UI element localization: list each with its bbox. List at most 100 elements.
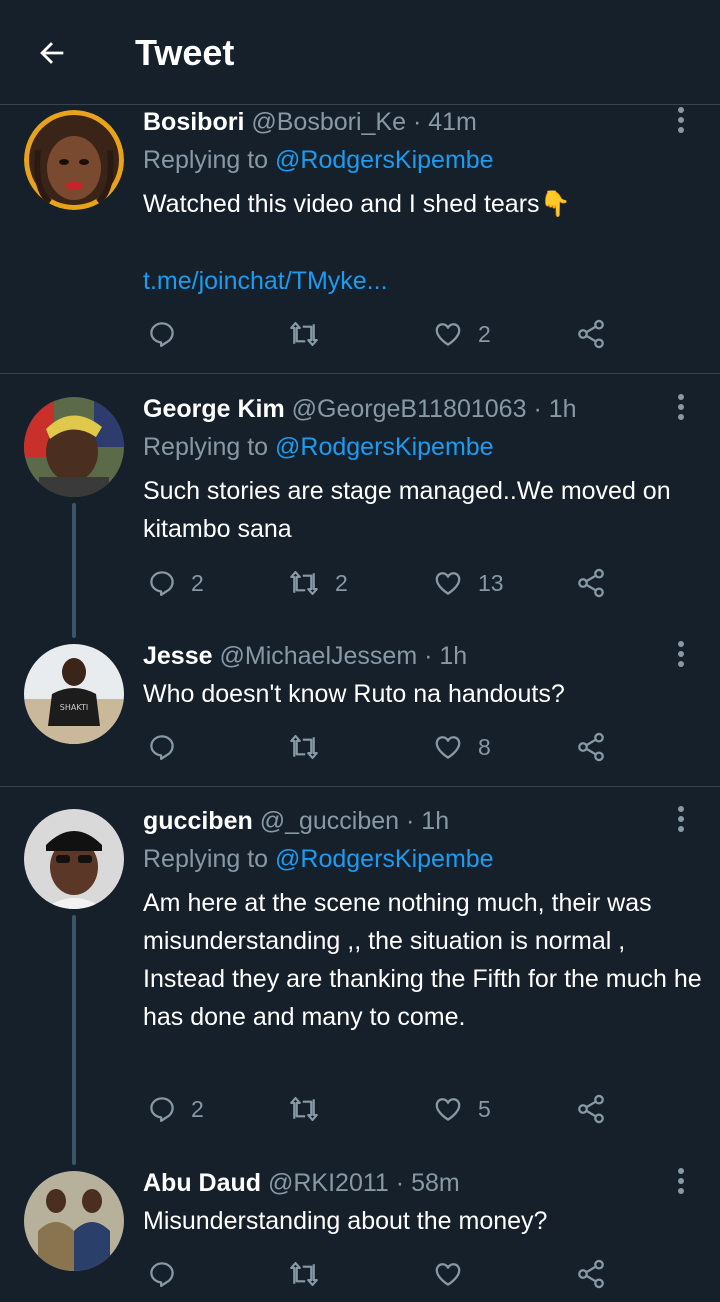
avatar[interactable]: [24, 1171, 124, 1271]
separator-dot: ·: [424, 642, 433, 670]
more-options-button[interactable]: [666, 387, 696, 427]
avatar[interactable]: [24, 110, 124, 210]
tweet-actions: 8: [143, 727, 703, 767]
like-count: 5: [478, 1095, 491, 1122]
reply-tweet[interactable]: Abu Daud @RKI2011 · 58m Misunderstanding…: [0, 1167, 720, 1302]
like-count: 8: [478, 733, 491, 760]
tweet-meta: Jesse @MichaelJessem · 1h: [143, 640, 467, 672]
reply-tweet[interactable]: George Kim @GeorgeB11801063 · 1h Replyin…: [0, 393, 720, 638]
back-button[interactable]: [30, 31, 74, 75]
tweet-meta: Bosibori @Bosbori_Ke · 41m: [143, 106, 477, 138]
more-icon: [678, 107, 684, 133]
share-icon: [578, 568, 604, 598]
share-button[interactable]: [575, 727, 607, 767]
mention-link[interactable]: @RodgersKipembe: [275, 845, 494, 873]
share-icon: [578, 732, 604, 762]
retweet-button[interactable]: 2: [287, 563, 348, 603]
tweet-link[interactable]: t.me/joinchat/TMyke...: [143, 262, 703, 300]
thread-connector: [72, 503, 76, 638]
mention-link[interactable]: @RodgersKipembe: [275, 146, 494, 174]
like-button[interactable]: 13: [432, 563, 504, 603]
retweet-button[interactable]: [287, 727, 335, 767]
reply-count: 2: [191, 569, 204, 596]
separator-dot: ·: [533, 395, 542, 423]
reply-icon: [150, 1262, 174, 1287]
display-name[interactable]: gucciben: [143, 807, 253, 835]
retweet-button[interactable]: [287, 1254, 335, 1294]
page-title: Tweet: [135, 32, 235, 73]
share-button[interactable]: [575, 314, 607, 354]
tweet-actions: [143, 1254, 703, 1294]
reply-button[interactable]: [147, 1254, 191, 1294]
tweet-text: Who doesn't know Ruto na handouts?: [143, 680, 565, 708]
more-options-button[interactable]: [666, 799, 696, 839]
display-name[interactable]: Bosibori: [143, 108, 244, 136]
avatar[interactable]: [24, 397, 124, 497]
display-name[interactable]: Abu Daud: [143, 1169, 261, 1197]
retweet-icon: [290, 321, 318, 347]
display-name[interactable]: Jesse: [143, 642, 213, 670]
reply-button[interactable]: [147, 314, 191, 354]
tweet-text: Watched this video and I shed tears👇: [143, 190, 571, 218]
reply-button[interactable]: [147, 727, 191, 767]
like-count: 13: [478, 569, 504, 596]
reply-icon: [150, 1097, 174, 1122]
avatar[interactable]: SHAKTI: [24, 644, 124, 744]
timestamp: 1h: [548, 395, 577, 423]
svg-text:SHAKTI: SHAKTI: [60, 703, 88, 712]
tweet-actions: 2 5: [143, 1089, 703, 1129]
like-button[interactable]: [432, 1254, 478, 1294]
user-handle[interactable]: @RKI2011: [268, 1169, 389, 1197]
like-count: 2: [478, 320, 491, 347]
timestamp: 1h: [421, 807, 450, 835]
mention-link[interactable]: @RodgersKipembe: [275, 433, 494, 461]
reply-icon: [150, 322, 174, 347]
more-options-button[interactable]: [666, 100, 696, 140]
tweet-meta: George Kim @GeorgeB11801063 · 1h: [143, 393, 577, 425]
like-button[interactable]: 2: [432, 314, 491, 354]
share-button[interactable]: [575, 1254, 607, 1294]
reply-tweet[interactable]: gucciben @_gucciben · 1h Replying to @Ro…: [0, 805, 720, 1165]
display-name[interactable]: George Kim: [143, 395, 285, 423]
tweet-actions: 2: [143, 314, 703, 354]
retweet-button[interactable]: [287, 1089, 335, 1129]
retweet-icon: [290, 570, 318, 596]
more-icon: [678, 394, 684, 420]
avatar[interactable]: [24, 809, 124, 909]
timestamp: 1h: [439, 642, 468, 670]
retweet-button[interactable]: [287, 314, 335, 354]
reply-button[interactable]: 2: [147, 1089, 204, 1129]
like-icon: [435, 1098, 461, 1121]
reply-tweet[interactable]: SHAKTI Jesse @MichaelJessem · 1h Who doe…: [0, 640, 720, 787]
reply-button[interactable]: 2: [147, 563, 204, 603]
timestamp: 58m: [411, 1169, 460, 1197]
like-icon: [435, 736, 461, 759]
retweet-icon: [290, 1096, 318, 1122]
share-button[interactable]: [575, 563, 607, 603]
retweet-icon: [290, 734, 318, 760]
retweet-count: 2: [335, 569, 348, 596]
tweet-text: Such stories are stage managed..We moved…: [143, 477, 671, 543]
share-icon: [578, 1094, 604, 1124]
top-app-bar: Tweet: [0, 0, 720, 105]
like-icon: [435, 323, 461, 346]
user-handle[interactable]: @_gucciben: [260, 807, 399, 835]
user-handle[interactable]: @MichaelJessem: [219, 642, 417, 670]
tweet-text: Am here at the scene nothing much, their…: [143, 889, 702, 1031]
share-button[interactable]: [575, 1089, 607, 1129]
more-options-button[interactable]: [666, 634, 696, 674]
share-icon: [578, 1259, 604, 1289]
like-icon: [435, 1263, 461, 1286]
separator-dot: ·: [412, 108, 422, 136]
user-handle[interactable]: @Bosbori_Ke: [251, 108, 406, 136]
like-button[interactable]: 8: [432, 727, 491, 767]
share-icon: [578, 319, 604, 349]
more-icon: [678, 641, 684, 667]
like-button[interactable]: 5: [432, 1089, 491, 1129]
more-icon: [678, 806, 684, 832]
replying-to: Replying to @RodgersKipembe: [143, 146, 494, 174]
more-options-button[interactable]: [666, 1161, 696, 1201]
user-handle[interactable]: @GeorgeB11801063: [292, 395, 527, 423]
reply-tweet[interactable]: Bosibori @Bosbori_Ke · 41m Replying to @…: [0, 106, 720, 374]
separator-dot: ·: [406, 807, 415, 835]
